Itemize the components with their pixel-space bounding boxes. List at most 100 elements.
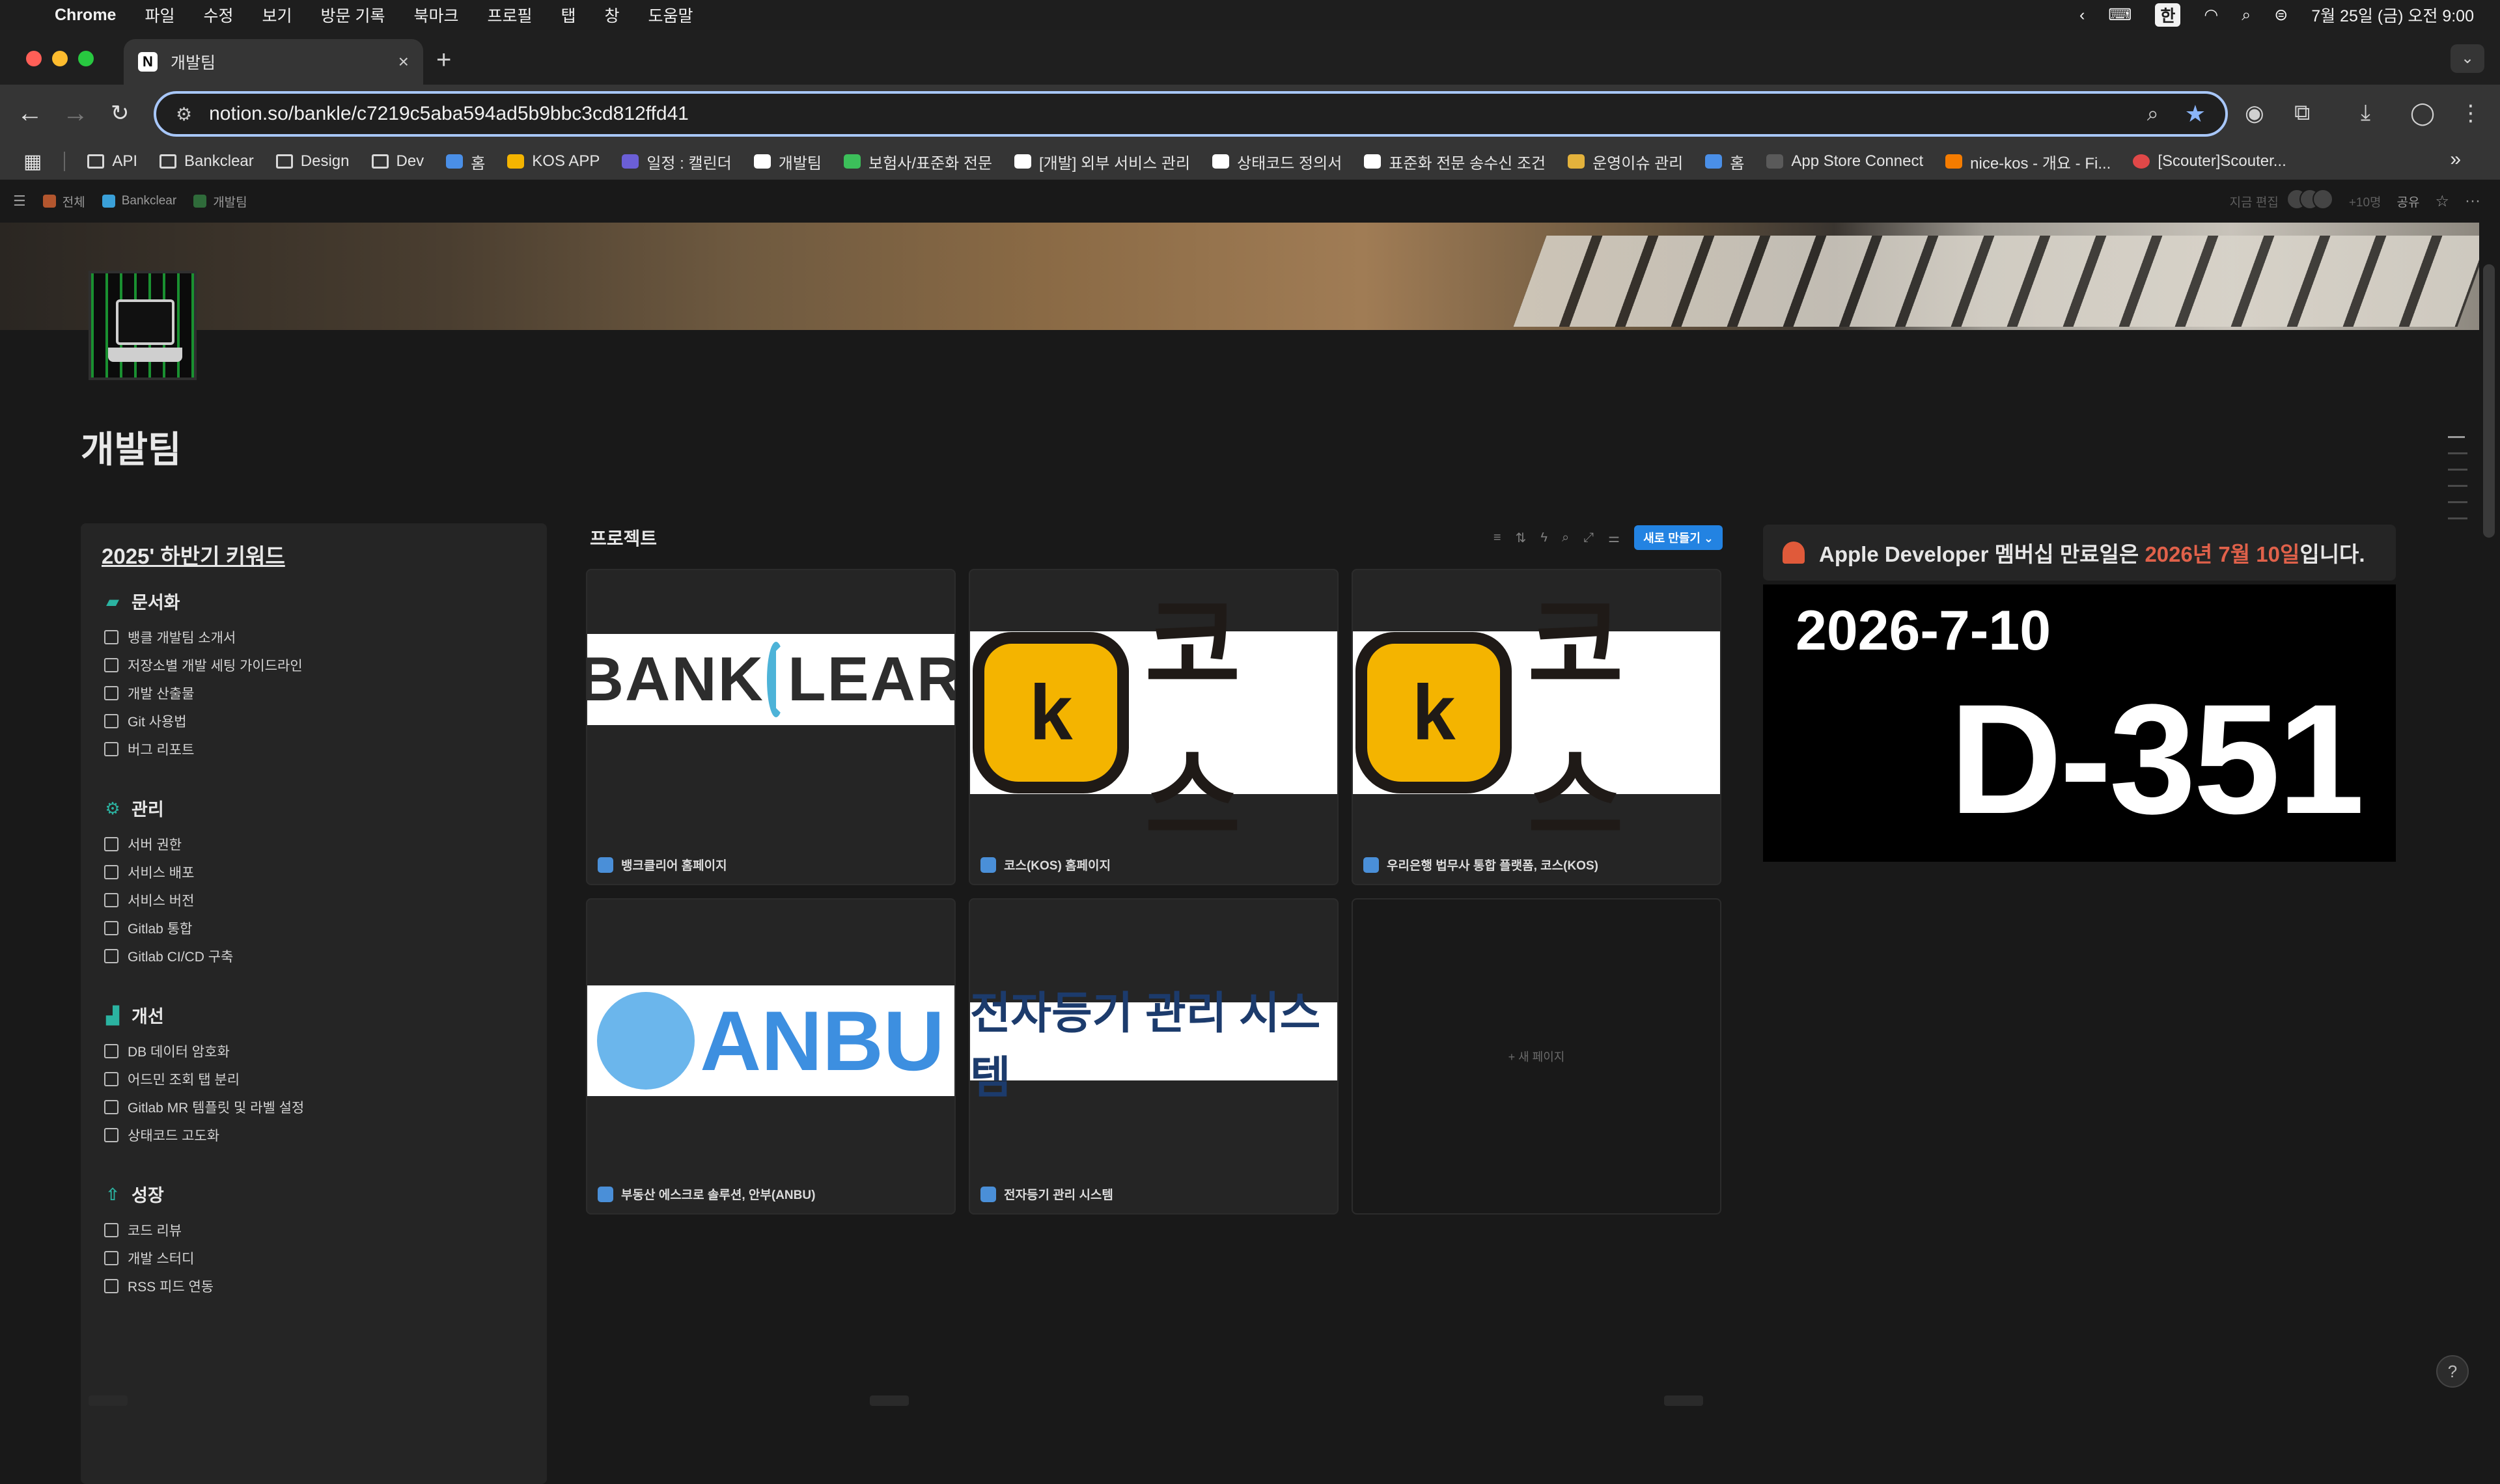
- project-card-kos-homepage[interactable]: k 코스 코스(KOS) 홈페이지: [969, 569, 1339, 885]
- back-button[interactable]: ←: [17, 99, 43, 128]
- checkbox[interactable]: [104, 1250, 118, 1265]
- member-avatars[interactable]: [2286, 189, 2333, 213]
- todo-item[interactable]: RSS 피드 연동: [102, 1272, 526, 1300]
- input-source-indicator[interactable]: 한: [2155, 3, 2181, 27]
- todo-item[interactable]: 저장소별 개발 세팅 가이드라인: [102, 651, 526, 679]
- page-laptop-icon[interactable]: [89, 271, 197, 380]
- camera-icon[interactable]: ◉: [2245, 100, 2264, 126]
- checkbox[interactable]: [104, 741, 118, 756]
- window-close-button[interactable]: [26, 51, 42, 66]
- todo-item[interactable]: 개발 산출물: [102, 679, 526, 707]
- bookmark-dev-team[interactable]: 개발팀: [753, 150, 822, 173]
- bookmark-scouter[interactable]: [Scouter]Scouter...: [2133, 152, 2286, 171]
- todo-item[interactable]: Gitlab CI/CD 구축: [102, 942, 526, 970]
- menu-app-name[interactable]: Chrome: [55, 6, 116, 25]
- tab-close-icon[interactable]: ×: [398, 51, 409, 72]
- menu-help[interactable]: 도움말: [648, 3, 693, 27]
- todo-item[interactable]: Gitlab 통합: [102, 914, 526, 942]
- checkbox[interactable]: [104, 1043, 118, 1058]
- search-icon[interactable]: ⌕: [1562, 530, 1569, 545]
- apps-grid-icon[interactable]: ▦: [23, 150, 42, 173]
- new-item-button[interactable]: 새로 만들기 ⌄: [1634, 525, 1723, 550]
- project-card-e-registry[interactable]: 전자등기 관리 시스템 전자등기 관리 시스템: [969, 898, 1339, 1215]
- wifi-icon[interactable]: ◠: [2204, 5, 2218, 25]
- favorite-star-icon[interactable]: ☆: [2436, 192, 2450, 211]
- filter-icon[interactable]: ≡: [1493, 530, 1501, 545]
- address-bar[interactable]: ⚙ notion.so/bankle/c7219c5aba594ad5b9bbc…: [154, 91, 2228, 137]
- bookmark-kos-app[interactable]: KOS APP: [507, 152, 600, 171]
- todo-item[interactable]: DB 데이터 암호화: [102, 1037, 526, 1065]
- profile-icon[interactable]: ◯: [2410, 100, 2435, 126]
- download-icon[interactable]: ⤓: [2361, 100, 2370, 126]
- table-of-contents-outline[interactable]: [2448, 436, 2467, 534]
- todo-item[interactable]: Git 사용법: [102, 707, 526, 735]
- bookmark-external-services[interactable]: [개발] 외부 서비스 관리: [1014, 150, 1190, 173]
- control-center-icon[interactable]: ⊜: [2274, 5, 2288, 25]
- checkbox[interactable]: [104, 657, 118, 672]
- project-card-bankclear[interactable]: BANK LEAR 뱅크클리어 홈페이지: [586, 569, 956, 885]
- bookmark-star-icon[interactable]: ★: [2185, 100, 2206, 128]
- url-text[interactable]: notion.so/bankle/c7219c5aba594ad5b9bbc3c…: [209, 103, 689, 125]
- expand-icon[interactable]: ⤢: [1583, 530, 1594, 545]
- browser-menu-icon[interactable]: ⋮: [2460, 100, 2482, 126]
- menu-file[interactable]: 파일: [145, 3, 174, 27]
- bookmark-insurance-spec[interactable]: 보험사/표준화 전문: [844, 150, 992, 173]
- breadcrumb-all[interactable]: 전체: [42, 193, 85, 210]
- bookmark-spec-conditions[interactable]: 표준화 전문 송수신 조건: [1364, 150, 1546, 173]
- bookmark-calendar[interactable]: 일정 : 캘린더: [622, 150, 732, 173]
- todo-item[interactable]: 서비스 버전: [102, 886, 526, 914]
- bookmarks-overflow-icon[interactable]: »: [2450, 148, 2461, 171]
- bookmark-firebase[interactable]: nice-kos - 개요 - Fi...: [1945, 150, 2111, 173]
- todo-item[interactable]: Gitlab MR 템플릿 및 라벨 설정: [102, 1093, 526, 1121]
- checkbox[interactable]: [104, 629, 118, 644]
- keywords-title[interactable]: 2025' 하반기 키워드: [102, 539, 526, 570]
- checkbox[interactable]: [104, 1278, 118, 1293]
- checkbox[interactable]: [104, 948, 118, 963]
- checkbox[interactable]: [104, 1099, 118, 1114]
- settings-sliders-icon[interactable]: ⚌: [1608, 530, 1620, 546]
- page-title[interactable]: 개발팀: [81, 420, 182, 473]
- checkbox[interactable]: [104, 920, 118, 935]
- menu-edit[interactable]: 수정: [203, 3, 233, 27]
- help-button[interactable]: ?: [2436, 1355, 2469, 1388]
- todo-item[interactable]: 서비스 배포: [102, 858, 526, 886]
- member-count[interactable]: +10명: [2349, 193, 2382, 210]
- todo-item[interactable]: 버그 리포트: [102, 735, 526, 763]
- active-tab[interactable]: N 개발팀 ×: [124, 39, 423, 85]
- checkbox[interactable]: [104, 685, 118, 700]
- tab-search-chevron-icon[interactable]: ⌄: [2451, 44, 2484, 73]
- spotlight-search-icon[interactable]: ⌕: [2242, 6, 2251, 25]
- bookmark-folder-api[interactable]: API: [87, 152, 137, 171]
- bookmark-app-store-connect[interactable]: App Store Connect: [1766, 152, 1923, 171]
- todo-item[interactable]: 서버 권한: [102, 830, 526, 858]
- forward-button[interactable]: →: [62, 99, 89, 128]
- site-info-icon[interactable]: ⚙: [176, 103, 192, 125]
- chevron-left-icon[interactable]: ‹: [2079, 6, 2085, 25]
- project-card-kos-platform[interactable]: k 코스 우리은행 법무사 통합 플랫폼, 코스(KOS): [1352, 569, 1721, 885]
- project-card-anbu[interactable]: ANBU 부동산 에스크로 솔루션, 안부(ANBU): [586, 898, 956, 1215]
- todo-item[interactable]: 상태코드 고도화: [102, 1121, 526, 1149]
- extensions-icon[interactable]: ⧉: [2294, 100, 2310, 126]
- more-options-icon[interactable]: ···: [2465, 192, 2480, 210]
- checkbox[interactable]: [104, 713, 118, 728]
- checkbox[interactable]: [104, 836, 118, 851]
- todo-item[interactable]: 어드민 조회 탭 분리: [102, 1065, 526, 1093]
- automation-icon[interactable]: ϟ: [1540, 530, 1548, 545]
- bookmark-home[interactable]: 홈: [446, 150, 485, 173]
- page-scrollbar[interactable]: [2483, 264, 2495, 538]
- bookmark-folder-bankclear[interactable]: Bankclear: [160, 152, 254, 171]
- breadcrumb-bankclear[interactable]: Bankclear: [102, 194, 176, 208]
- breadcrumb-dev-team[interactable]: 개발팀: [193, 193, 247, 210]
- sort-icon[interactable]: ⇅: [1516, 530, 1527, 546]
- bookmark-folder-design[interactable]: Design: [275, 152, 350, 171]
- sidebar-toggle-icon[interactable]: ☰: [13, 193, 26, 210]
- checkbox[interactable]: [104, 864, 118, 879]
- bookmark-status-codes[interactable]: 상태코드 정의서: [1212, 150, 1342, 173]
- bookmark-jira-home[interactable]: 홈: [1705, 150, 1744, 173]
- window-zoom-button[interactable]: [78, 51, 94, 66]
- keyboard-icon[interactable]: ⌨: [2108, 5, 2132, 25]
- menu-bookmarks[interactable]: 북마크: [413, 3, 458, 27]
- menu-history[interactable]: 방문 기록: [321, 3, 385, 27]
- zoom-icon[interactable]: ⌕: [2147, 102, 2159, 126]
- checkbox[interactable]: [104, 1222, 118, 1237]
